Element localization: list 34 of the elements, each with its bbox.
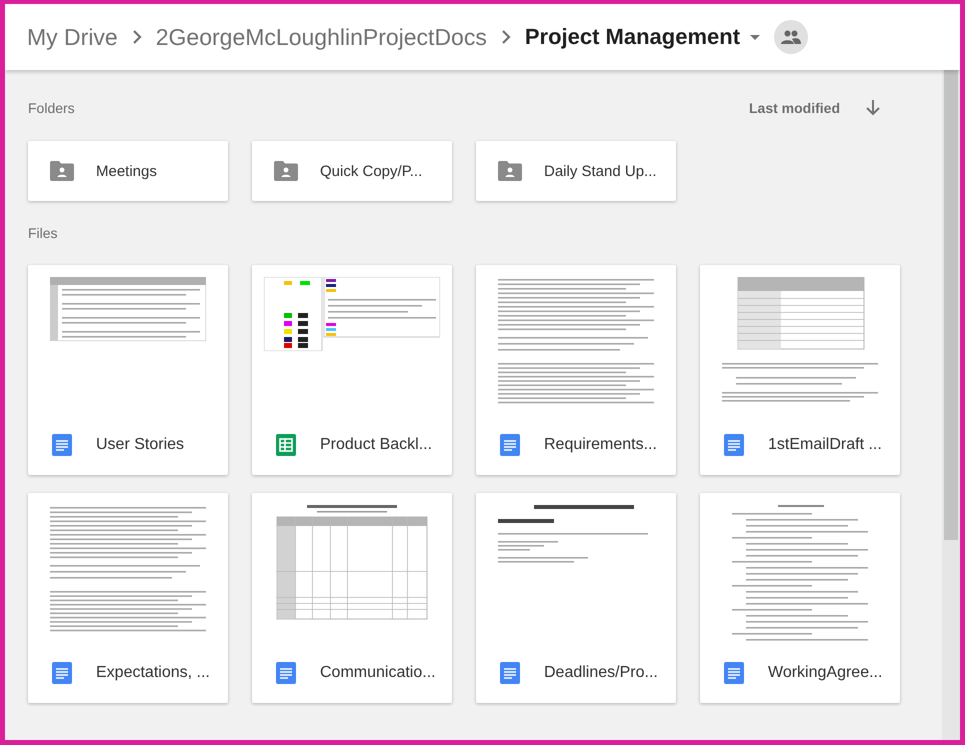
document-icon: [52, 662, 72, 684]
sort-menu[interactable]: Last modified: [748, 100, 840, 116]
document-icon: [500, 434, 520, 456]
shared-folder-icon: [50, 161, 74, 181]
document-icon: [724, 434, 744, 456]
chevron-right-icon: [132, 29, 142, 45]
document-icon: [500, 662, 520, 684]
breadcrumb-link[interactable]: My Drive: [27, 24, 118, 50]
document-icon: [52, 434, 72, 456]
file-card[interactable]: 1stEmailDraft ...: [700, 265, 900, 475]
file-card[interactable]: Product Backl...: [252, 265, 452, 475]
spreadsheet-icon: [276, 434, 296, 456]
folder-card[interactable]: Daily Stand Up...: [476, 141, 676, 201]
document-icon: [724, 662, 744, 684]
section-heading: Folders: [28, 100, 75, 116]
shared-folder-icon: [498, 161, 522, 181]
current-folder-menu[interactable]: Project Management: [524, 24, 760, 50]
file-card[interactable]: Deadlines/Pro...: [476, 493, 676, 703]
breadcrumb-link[interactable]: 2GeorgeMcLoughlinProjectDocs: [156, 24, 487, 50]
file-card[interactable]: Requirements...: [476, 265, 676, 475]
arrow-down-icon[interactable]: [866, 100, 880, 116]
shared-people-icon[interactable]: [774, 20, 808, 54]
file-card[interactable]: WorkingAgree...: [700, 493, 900, 703]
shared-folder-icon: [274, 161, 298, 181]
document-icon: [276, 662, 296, 684]
dropdown-caret-icon: [750, 34, 760, 40]
chevron-right-icon: [500, 29, 511, 45]
file-card[interactable]: Expectations, ...: [28, 493, 228, 703]
folder-card[interactable]: Quick Copy/P...: [252, 141, 452, 201]
file-card[interactable]: User Stories: [28, 265, 228, 475]
folder-card[interactable]: Meetings: [28, 141, 228, 201]
section-heading: Files: [28, 225, 58, 241]
scrollbar-thumb[interactable]: [944, 70, 958, 540]
file-card[interactable]: Communicatio...: [252, 493, 452, 703]
